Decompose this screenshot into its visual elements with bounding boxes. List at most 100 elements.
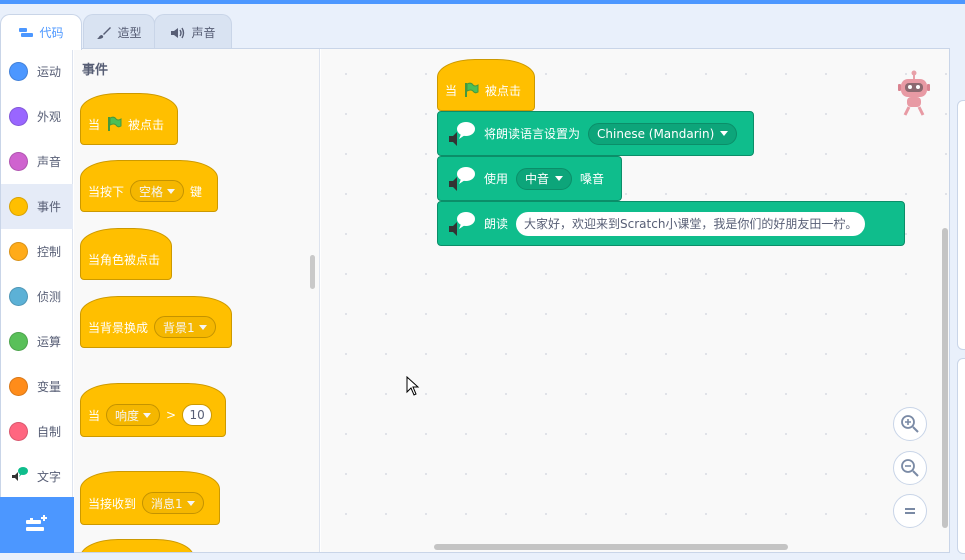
top-accent-bar: [0, 0, 965, 4]
block-palette: 事件 当 被点击 当按下 空格 键 当角色被点击 当背景换成 背景1 当 响度 …: [74, 49, 320, 552]
category-label: 事件: [37, 200, 62, 214]
dropdown-arrow-icon: [143, 412, 152, 418]
backdrop-dropdown[interactable]: 背景1: [154, 316, 216, 338]
text-to-speech-icon: [12, 467, 28, 481]
category-control[interactable]: 控制: [1, 229, 73, 274]
broadcast-block-partial[interactable]: [80, 539, 194, 552]
green-flag-icon: [465, 82, 479, 97]
key-dropdown[interactable]: 空格: [130, 180, 185, 202]
tab-sounds-label: 声音: [191, 26, 216, 40]
category-label: 变量: [37, 380, 62, 394]
category-dot-icon: [9, 242, 28, 261]
category-dot-icon: [9, 287, 28, 306]
sprite-panel-partial: [957, 358, 965, 554]
dropdown-arrow-icon: [198, 324, 207, 330]
text-to-speech-icon: [449, 211, 475, 236]
script-when-flag-clicked-block[interactable]: 当 被点击: [437, 59, 535, 111]
category-dot-icon: [9, 62, 28, 81]
message-dropdown[interactable]: 消息1: [142, 492, 204, 514]
category-dot-icon: [9, 332, 28, 351]
block-text: 当按下: [88, 184, 125, 199]
dropdown-value: 消息1: [151, 496, 183, 511]
block-text: 使用: [484, 172, 509, 186]
category-looks[interactable]: 外观: [1, 94, 73, 139]
category-operators[interactable]: 运算: [1, 319, 73, 364]
dropdown-arrow-icon: [720, 131, 729, 136]
category-label: 侦测: [37, 290, 62, 304]
category-label: 运算: [37, 335, 62, 349]
tab-costumes[interactable]: 造型: [83, 14, 155, 50]
set-voice-block[interactable]: 使用 中音 嗓音: [437, 156, 622, 201]
tab-code[interactable]: 代码: [0, 14, 82, 50]
category-menu: 运动 外观 声音 事件 控制 侦测 运算 变量 自制 文字: [1, 49, 73, 497]
brush-icon: [97, 26, 112, 39]
equals-icon: [905, 508, 915, 514]
zoom-reset-button[interactable]: [893, 494, 927, 528]
zoom-out-button[interactable]: [893, 451, 927, 485]
speaker-icon: [171, 27, 185, 38]
category-label: 自制: [37, 425, 62, 439]
tab-code-label: 代码: [39, 26, 64, 40]
block-text: 键: [190, 184, 203, 199]
mouse-cursor-icon: [406, 376, 420, 396]
add-extension-icon: [26, 515, 47, 531]
tab-sounds[interactable]: 声音: [154, 14, 232, 50]
green-flag-icon: [108, 116, 122, 131]
category-dot-icon: [9, 107, 28, 126]
block-text: 被点击: [485, 83, 522, 98]
category-motion[interactable]: 运动: [1, 49, 73, 94]
zoom-in-button[interactable]: [893, 407, 927, 441]
speak-text-input[interactable]: 大家好，欢迎来到Scratch小课堂，我是你们的好朋友田一柠。: [516, 211, 866, 236]
speak-block[interactable]: 朗读 大家好，欢迎来到Scratch小课堂，我是你们的好朋友田一柠。: [437, 201, 905, 246]
dropdown-value: 背景1: [163, 320, 195, 335]
category-sound[interactable]: 声音: [1, 139, 73, 184]
script-workspace[interactable]: 当 被点击 将朗读语言设置为 Chinese (Mandarin) 使用 中音 …: [321, 49, 949, 552]
palette-scrollbar[interactable]: [310, 255, 315, 289]
palette-section-title: 事件: [82, 63, 109, 78]
category-my-blocks[interactable]: 自制: [1, 409, 73, 454]
category-events[interactable]: 事件: [1, 184, 73, 229]
block-text: >: [166, 408, 177, 422]
when-key-pressed-block[interactable]: 当按下 空格 键: [80, 160, 218, 212]
when-backdrop-switches-block[interactable]: 当背景换成 背景1: [80, 296, 232, 348]
set-language-block[interactable]: 将朗读语言设置为 Chinese (Mandarin): [437, 111, 754, 156]
text-to-speech-icon: [449, 166, 475, 191]
dropdown-value: 响度: [115, 408, 140, 423]
dropdown-value: Chinese (Mandarin): [597, 126, 715, 141]
zoom-out-icon: [901, 459, 919, 477]
dropdown-value: 空格: [139, 184, 164, 199]
when-sprite-clicked-block[interactable]: 当角色被点击: [80, 228, 172, 280]
block-text: 当: [88, 408, 101, 423]
when-greater-than-block[interactable]: 当 响度 > 10: [80, 383, 226, 437]
block-text: 当角色被点击: [88, 252, 161, 267]
when-flag-clicked-block[interactable]: 当 被点击: [80, 93, 178, 145]
category-label: 外观: [37, 110, 62, 124]
category-sensing[interactable]: 侦测: [1, 274, 73, 319]
category-text-to-speech[interactable]: 文字: [1, 454, 73, 499]
block-text: 嗓音: [580, 172, 605, 186]
block-text: 朗读: [484, 217, 509, 231]
dropdown-arrow-icon: [167, 188, 176, 194]
when-i-receive-block[interactable]: 当接收到 消息1: [80, 471, 220, 525]
voice-dropdown[interactable]: 中音: [516, 167, 573, 190]
threshold-input[interactable]: 10: [182, 404, 213, 426]
category-label: 声音: [37, 155, 62, 169]
block-text: 当接收到: [88, 496, 137, 511]
add-extension-button[interactable]: [0, 497, 74, 553]
workspace-horizontal-scrollbar[interactable]: [434, 544, 788, 550]
tab-costumes-label: 造型: [117, 26, 142, 40]
category-dot-icon: [9, 422, 28, 441]
dropdown-arrow-icon: [186, 500, 195, 506]
block-text: 被点击: [128, 117, 165, 132]
category-variables[interactable]: 变量: [1, 364, 73, 409]
stage-panel-partial: [957, 100, 965, 350]
block-text: 当: [445, 83, 458, 98]
robot-sprite-icon: [898, 70, 930, 116]
workspace-vertical-scrollbar[interactable]: [942, 228, 948, 528]
code-icon: [19, 27, 34, 37]
category-label: 文字: [37, 470, 62, 484]
block-text: 将朗读语言设置为: [484, 127, 581, 141]
language-dropdown[interactable]: Chinese (Mandarin): [588, 122, 738, 145]
category-label: 控制: [37, 245, 62, 259]
sensor-dropdown[interactable]: 响度: [106, 404, 161, 426]
